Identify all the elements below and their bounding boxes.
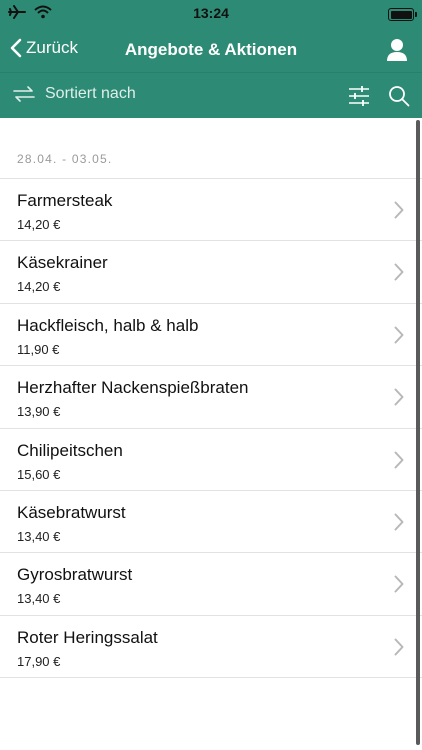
chevron-right-icon (394, 201, 404, 219)
status-bar: 13:24 (0, 0, 422, 28)
offer-name: Gyrosbratwurst (17, 565, 133, 585)
user-icon[interactable] (386, 38, 408, 62)
scrollbar[interactable] (416, 120, 420, 745)
chevron-right-icon (394, 638, 404, 656)
list-item[interactable]: Farmersteak 14,20 € (0, 178, 422, 240)
list-item[interactable]: Käsebratwurst 13,40 € (0, 489, 422, 552)
offer-name: Käsekrainer (17, 253, 108, 273)
chevron-right-icon (394, 575, 404, 593)
sort-label: Sortiert nach (45, 85, 136, 102)
offer-price: 17,90 € (17, 653, 61, 669)
offer-price: 13,90 € (17, 404, 61, 420)
list-item[interactable]: Chilipeitschen 15,60 € (0, 427, 422, 490)
offer-price: 13,40 € (17, 591, 61, 607)
list-item[interactable]: Gyrosbratwurst 13,40 € (0, 552, 422, 614)
sliders-icon[interactable] (348, 86, 370, 106)
offer-price: 13,40 € (17, 528, 61, 544)
date-range-header: 28.04. - 03.05. (17, 152, 113, 166)
chevron-right-icon (394, 451, 404, 469)
app-header: 13:24 Zurück Angebote & Aktionen Sortier… (0, 0, 422, 118)
offer-name: Roter Heringssalat (17, 627, 158, 647)
offer-price: 11,90 € (17, 341, 60, 357)
chevron-right-icon (394, 513, 404, 531)
list-item[interactable]: Käsekrainer 14,20 € (0, 240, 422, 302)
chevron-right-icon (394, 388, 404, 406)
status-time: 13:24 (193, 5, 229, 21)
search-icon[interactable] (388, 85, 410, 107)
list-item[interactable]: Roter Heringssalat 17,90 € (0, 614, 422, 679)
offer-name: Chilipeitschen (17, 440, 123, 460)
battery-icon (388, 8, 417, 21)
chevron-right-icon (394, 326, 404, 344)
offer-name: Herzhafter Nackenspießbraten (17, 378, 249, 398)
page-title: Angebote & Aktionen (124, 40, 298, 59)
offer-price: 15,60 € (17, 466, 61, 482)
swap-arrows-icon (13, 86, 35, 102)
offer-list: Farmersteak 14,20 € Käsekrainer 14,20 € Hack… (0, 178, 422, 679)
offer-price: 14,20 € (17, 279, 61, 295)
offer-price: 14,20 € (17, 217, 61, 232)
navigation-bar: Zurück Angebote & Aktionen (0, 28, 422, 72)
list-item[interactable]: Hackfleisch, halb & halb 11,90 € (0, 302, 422, 365)
offer-name: Käsebratwurst (17, 502, 126, 522)
offers-content: 28.04. - 03.05. Farmersteak 14,20 € Käsekr… (0, 118, 422, 750)
sort-filter-bar: Sortiert nach (0, 72, 422, 119)
offer-name: Hackfleisch, halb & halb (17, 315, 199, 335)
sort-button[interactable]: Sortiert nach (12, 85, 136, 103)
list-item[interactable]: Herzhafter Nackenspießbraten 13,90 € (0, 365, 422, 427)
offer-name: Farmersteak (17, 191, 113, 210)
chevron-right-icon (394, 263, 404, 281)
